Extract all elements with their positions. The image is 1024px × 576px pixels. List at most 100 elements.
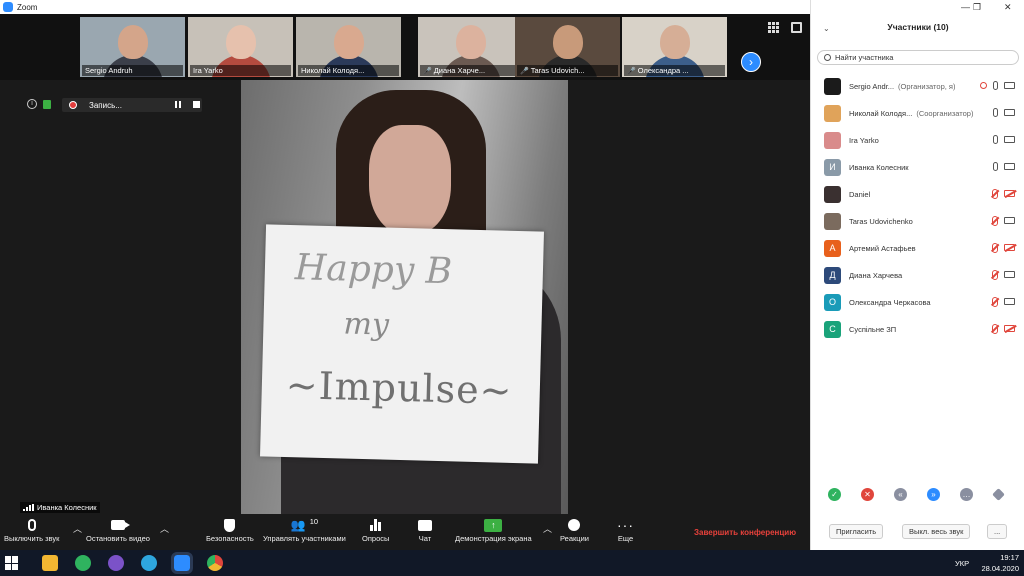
thumbnail-name: Ira Yarko [190, 65, 291, 76]
microphone-icon[interactable] [993, 135, 998, 144]
thumbnail-name-text: Ira Yarko [193, 66, 223, 75]
zoom-app: Zoom Sergio Andruh Ira Yarko Николай Колод… [0, 0, 1024, 576]
participant-status-icons [990, 324, 1015, 334]
share-screen-button[interactable]: ↑ Демонстрация экрана [455, 516, 532, 543]
polls-button[interactable]: Опросы [362, 516, 389, 543]
shield-icon [224, 518, 236, 532]
stop-video-button[interactable]: Остановить видео [86, 516, 150, 543]
security-button[interactable]: Безопасность [206, 516, 254, 543]
faster-icon[interactable]: » [927, 488, 940, 501]
thumbnail-name-text: Sergio Andruh [85, 66, 133, 75]
manage-participants-button[interactable]: 👥 10 Управлять участниками [263, 516, 346, 544]
camera-off-icon[interactable] [1004, 325, 1015, 332]
panel-more-button[interactable]: ... [987, 524, 1008, 539]
participant-thumbnail[interactable]: Ira Yarko [188, 17, 293, 77]
avatar: А [824, 240, 841, 257]
yes-icon[interactable]: ✓ [828, 488, 841, 501]
maximize-icon[interactable]: ❐ [973, 2, 981, 13]
thumbnail-name-text: Олександра ... [637, 66, 689, 75]
info-icon[interactable]: i [27, 99, 37, 109]
microphone-icon[interactable] [993, 81, 998, 90]
pause-recording-icon[interactable] [175, 101, 181, 108]
invite-button[interactable]: Пригласить [829, 524, 884, 539]
camera-icon[interactable] [1004, 109, 1015, 116]
slower-icon[interactable]: « [894, 488, 907, 501]
meeting-toolbar: Выключить звук ︿ Остановить видео ︿ Безо… [0, 514, 810, 550]
reactions-button[interactable]: Реакции [560, 516, 589, 543]
more-reactions-icon[interactable]: … [960, 488, 973, 501]
microphone-muted-icon[interactable] [990, 189, 998, 199]
participant-thumbnail[interactable]: Николай Колодя... [296, 17, 401, 77]
microphone-muted-icon[interactable] [990, 297, 998, 307]
minimize-icon[interactable]: — [961, 2, 970, 12]
sign-line-1: Happy B [294, 247, 453, 293]
microphone-muted-icon[interactable] [990, 243, 998, 253]
participant-row[interactable]: И Иванка Колесник [811, 154, 1024, 181]
thumbnail-name-text: Диана Харче... [433, 66, 486, 75]
participant-name: Артемий Астафьев [849, 244, 916, 253]
participant-thumbnail[interactable]: Sergio Andruh [80, 17, 185, 77]
participant-thumbnail[interactable]: 🎤 Олександра ... [622, 17, 727, 77]
participant-row[interactable]: Sergio Andr... (Организатор, я) [811, 73, 1024, 100]
camera-icon[interactable] [1004, 217, 1015, 224]
video-options-caret[interactable]: ︿ [160, 522, 169, 535]
participant-row[interactable]: С Суспільне ЗП [811, 316, 1024, 343]
participant-search-input[interactable]: Найти участника [817, 50, 1019, 65]
language-indicator[interactable]: УКР [955, 559, 969, 568]
lock-icon[interactable] [43, 99, 51, 109]
participant-row[interactable]: Д Диана Харчева [811, 262, 1024, 289]
chat-button[interactable]: Чат [418, 516, 432, 543]
participant-row[interactable]: А Артемий Астафьев [811, 235, 1024, 262]
camera-off-icon[interactable] [1004, 190, 1015, 197]
mute-label: Выключить звук [4, 534, 60, 543]
file-explorer-icon[interactable] [42, 555, 58, 571]
camera-icon[interactable] [1004, 271, 1015, 278]
no-icon[interactable]: ✕ [861, 488, 874, 501]
microphone-muted-icon[interactable] [990, 324, 998, 334]
close-icon[interactable]: ✕ [1004, 2, 1012, 13]
participant-thumbnail[interactable]: 🎤 Диана Харче... [418, 17, 523, 77]
camera-icon[interactable] [1004, 163, 1015, 170]
end-meeting-button[interactable]: Завершить конференцию [694, 528, 796, 537]
participant-status-icons [990, 270, 1015, 280]
zoom-taskbar-icon[interactable] [171, 552, 193, 574]
camera-icon[interactable] [1004, 136, 1015, 143]
app-green-icon[interactable] [75, 555, 91, 571]
mute-all-button[interactable]: Выкл. весь звук [902, 524, 971, 539]
chrome-icon[interactable] [207, 555, 223, 571]
fullscreen-icon[interactable] [791, 22, 802, 33]
microphone-muted-icon[interactable] [990, 270, 998, 280]
microphone-icon[interactable] [993, 162, 998, 171]
participant-name: Диана Харчева [849, 271, 902, 280]
share-options-caret[interactable]: ︿ [543, 522, 552, 535]
participant-row[interactable]: Ira Yarko [811, 127, 1024, 154]
participant-row[interactable]: О Олександра Черкасова [811, 289, 1024, 316]
participant-row[interactable]: Daniel [811, 181, 1024, 208]
camera-icon [110, 520, 130, 530]
windows-start-icon[interactable] [5, 556, 19, 570]
participant-status-icons [993, 162, 1015, 171]
next-page-button[interactable]: › [741, 52, 761, 72]
search-placeholder: Найти участника [835, 53, 894, 62]
participant-row[interactable]: Taras Udovichenko [811, 208, 1024, 235]
thumbnail-face [225, 25, 256, 59]
gallery-view-icon[interactable] [768, 22, 780, 34]
clear-icon[interactable] [992, 488, 1005, 501]
camera-icon[interactable] [1004, 298, 1015, 305]
microphone-icon[interactable] [993, 108, 998, 117]
stop-recording-icon[interactable] [193, 101, 200, 108]
participant-row[interactable]: Николай Колодя... (Соорганизатор) [811, 100, 1024, 127]
system-clock[interactable]: 19:17 28.04.2020 [981, 552, 1019, 574]
camera-off-icon[interactable] [1004, 244, 1015, 251]
mute-button[interactable]: Выключить звук [4, 516, 59, 543]
panel-footer: Пригласить Выкл. весь звук ... [811, 522, 1024, 542]
viber-icon[interactable] [108, 555, 124, 571]
more-button[interactable]: ··· Еще [617, 516, 634, 543]
camera-icon[interactable] [1004, 82, 1015, 89]
participant-thumbnail[interactable]: 🎤 Taras Udovich... [515, 17, 620, 77]
audio-options-caret[interactable]: ︿ [73, 522, 82, 535]
microphone-muted-icon[interactable] [990, 216, 998, 226]
window-title: Zoom [17, 2, 38, 12]
telegram-icon[interactable] [141, 555, 157, 571]
avatar [824, 132, 841, 149]
